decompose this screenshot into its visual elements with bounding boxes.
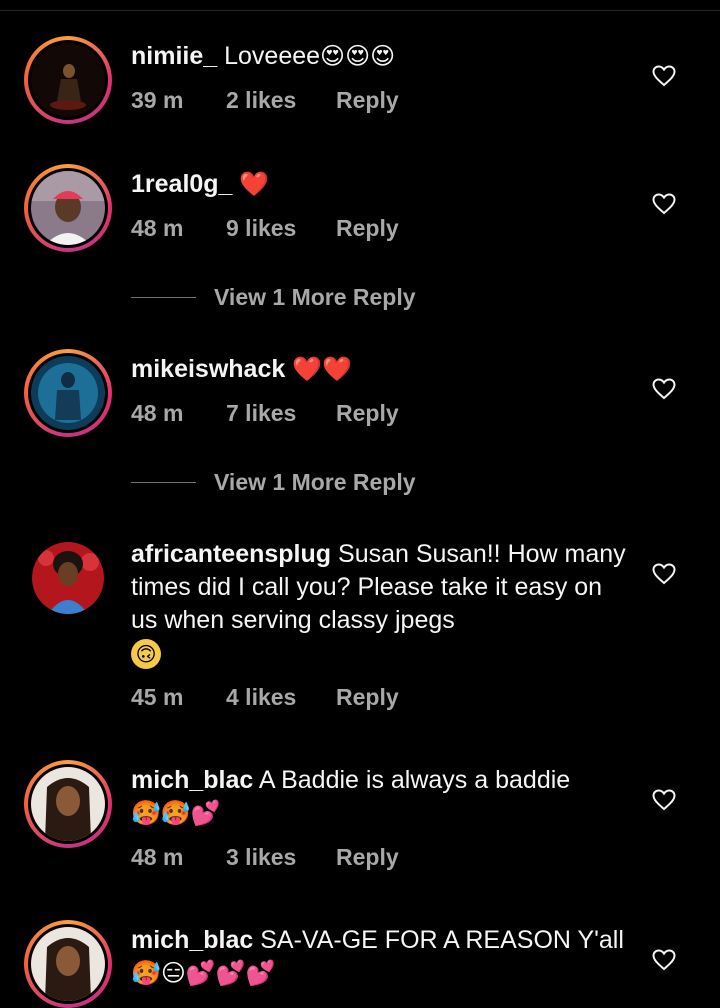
avatar[interactable]: [24, 164, 112, 252]
like-heart-icon[interactable]: [652, 378, 676, 400]
comment-username[interactable]: nimiie_: [131, 42, 217, 70]
comment-username[interactable]: mikeiswhack: [131, 355, 285, 383]
comment-time: 48 m: [131, 400, 184, 426]
comment-emoji: ❤️❤️: [292, 355, 352, 383]
comment-username[interactable]: mich_blac: [131, 766, 253, 794]
comment-text: Loveeee: [224, 42, 321, 70]
comment-likes[interactable]: 2 likes: [226, 87, 336, 114]
comment-likes[interactable]: 9 likes: [226, 215, 336, 242]
like-heart-icon[interactable]: [652, 789, 676, 811]
comment-time: 48 m: [131, 844, 184, 870]
top-divider: [0, 10, 720, 11]
comment-username[interactable]: 1real0g_: [131, 170, 232, 198]
comment-time: 48 m: [131, 215, 184, 241]
divider-line: [131, 297, 196, 298]
comment-emoji: 🥵🥵💕: [131, 799, 221, 827]
avatar[interactable]: [24, 920, 112, 1008]
avatar[interactable]: [24, 534, 112, 622]
comment-username[interactable]: mich_blac: [131, 926, 253, 954]
like-heart-icon[interactable]: [652, 65, 676, 87]
view-more-label[interactable]: View 1 More Reply: [214, 469, 416, 496]
comment-likes[interactable]: 4 likes: [226, 684, 336, 711]
reply-button[interactable]: Reply: [336, 684, 399, 711]
comment-likes[interactable]: 7 likes: [226, 400, 336, 427]
view-more-label[interactable]: View 1 More Reply: [214, 284, 416, 311]
comment-emoji: 🥵😑💕💕💕: [131, 959, 276, 987]
view-more-replies[interactable]: View 1 More Reply: [131, 469, 416, 496]
comment-emoji: 🙃: [131, 639, 161, 669]
view-more-replies[interactable]: View 1 More Reply: [131, 284, 416, 311]
divider-line: [131, 482, 196, 483]
reply-button[interactable]: Reply: [336, 844, 399, 871]
reply-button[interactable]: Reply: [336, 400, 399, 427]
like-heart-icon[interactable]: [652, 949, 676, 971]
comment-time: 45 m: [131, 684, 184, 710]
comment-emoji: ❤️: [239, 170, 270, 198]
comment-likes[interactable]: 3 likes: [226, 844, 336, 871]
comment-text: A Baddie is always a baddie: [258, 766, 571, 794]
avatar[interactable]: [24, 349, 112, 437]
comment-username[interactable]: africanteensplug: [131, 540, 331, 568]
avatar[interactable]: [24, 760, 112, 848]
reply-button[interactable]: Reply: [336, 87, 399, 114]
comment-emoji: 😍😍😍: [320, 42, 396, 70]
like-heart-icon[interactable]: [652, 563, 676, 585]
avatar[interactable]: [24, 36, 112, 124]
comment-text: SA-VA-GE FOR A REASON Y'all: [260, 926, 624, 954]
reply-button[interactable]: Reply: [336, 215, 399, 242]
like-heart-icon[interactable]: [652, 193, 676, 215]
comment-time: 39 m: [131, 87, 184, 113]
